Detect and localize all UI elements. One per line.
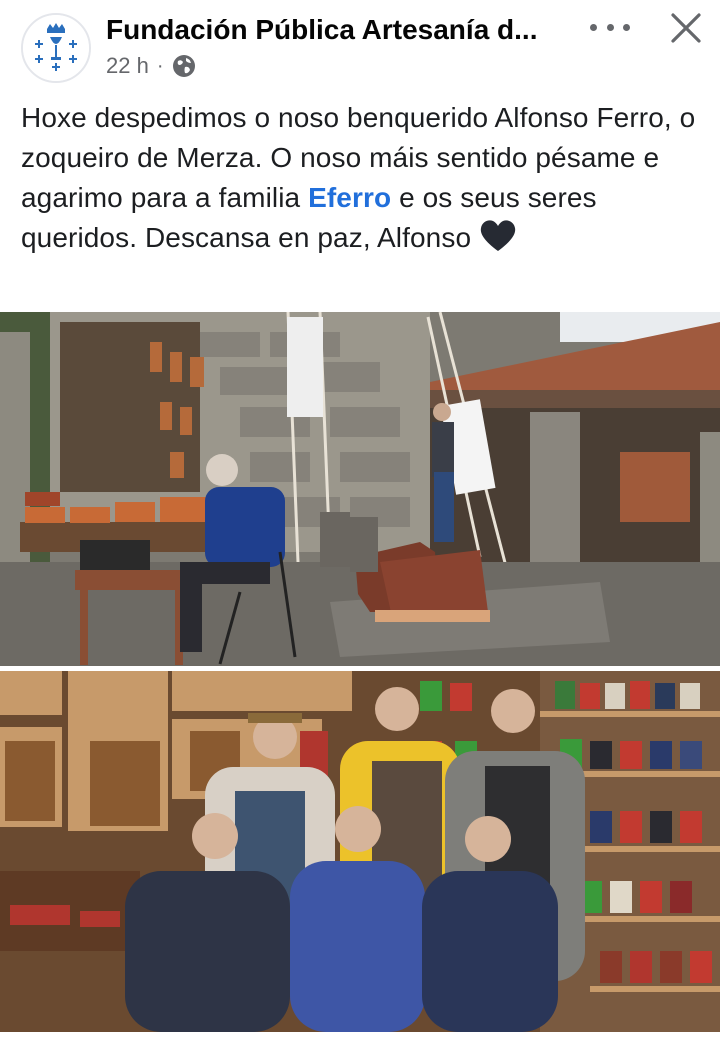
globe-icon: [172, 55, 195, 77]
page-name[interactable]: Fundación Pública Artesanía d...: [106, 14, 566, 46]
close-icon[interactable]: [668, 10, 704, 46]
post-message: Hoxe despedimos o noso benquerido Alfons…: [21, 98, 711, 258]
black-heart-icon: [480, 220, 516, 251]
post-header: Fundación Pública Artesanía d... 22 h ·: [0, 0, 720, 90]
shoe-shop-family-photo[interactable]: [0, 671, 720, 1032]
page-avatar[interactable]: [21, 13, 91, 83]
shop-photo-illustration: [0, 671, 720, 1032]
post-meta: 22 h ·: [106, 52, 196, 80]
post-timestamp[interactable]: 22 h: [106, 53, 149, 79]
more-options-icon[interactable]: [590, 16, 630, 38]
galicia-coat-of-arms-icon: [23, 15, 89, 81]
outdoor-craft-fair-photo[interactable]: [0, 312, 720, 666]
mention-link[interactable]: Eferro: [308, 182, 391, 213]
outdoor-photo-illustration: [0, 312, 720, 666]
meta-separator: ·: [156, 54, 164, 77]
